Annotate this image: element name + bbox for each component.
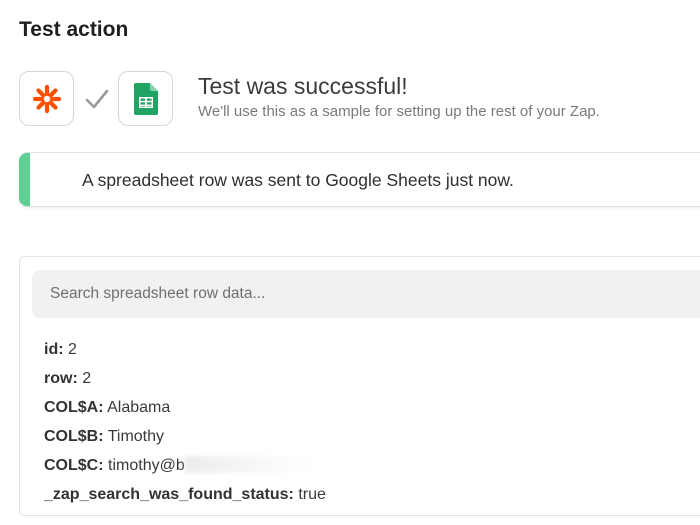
field-row-row: row: 2 <box>44 364 326 393</box>
row-data-panel: id: 2 row: 2 COL$A: Alabama COL$B: Timot… <box>19 256 700 516</box>
field-key: _zap_search_was_found_status: <box>44 486 294 503</box>
banner-accent-bar <box>19 153 30 206</box>
field-value: Alabama <box>107 399 171 416</box>
success-banner: A spreadsheet row was sent to Google She… <box>19 152 700 207</box>
row-data-fields: id: 2 row: 2 COL$A: Alabama COL$B: Timot… <box>44 335 326 509</box>
test-status-title: Test was successful! <box>198 73 408 99</box>
search-row-data-input[interactable] <box>32 270 700 318</box>
zapier-app-badge <box>19 71 74 126</box>
google-sheets-app-badge <box>118 71 173 126</box>
field-value: 2 <box>82 370 92 387</box>
field-key: COL$B: <box>44 428 104 445</box>
field-row-id: id: 2 <box>44 335 326 364</box>
field-key: id: <box>44 341 64 358</box>
checkmark-icon <box>85 89 109 109</box>
redacted-email-blur <box>184 456 315 473</box>
field-value: 2 <box>68 341 77 358</box>
field-value: Timothy <box>107 428 165 445</box>
field-row-col-b: COL$B: Timothy <box>44 422 326 451</box>
zapier-asterisk-icon <box>32 84 61 113</box>
field-value: timothy@b <box>108 457 185 474</box>
field-row-col-a: COL$A: Alabama <box>44 393 326 422</box>
banner-message: A spreadsheet row was sent to Google She… <box>82 170 514 190</box>
section-title: Test action <box>19 18 129 41</box>
field-key: row: <box>44 370 78 387</box>
google-sheets-icon <box>133 82 158 115</box>
field-row-search-status: _zap_search_was_found_status: true <box>44 480 326 509</box>
field-key: COL$C: <box>44 457 104 474</box>
field-key: COL$A: <box>44 399 104 416</box>
test-status-subtitle: We'll use this as a sample for setting u… <box>198 103 600 120</box>
field-row-col-c: COL$C: timothy@b <box>44 451 326 480</box>
field-value: true <box>298 486 326 503</box>
